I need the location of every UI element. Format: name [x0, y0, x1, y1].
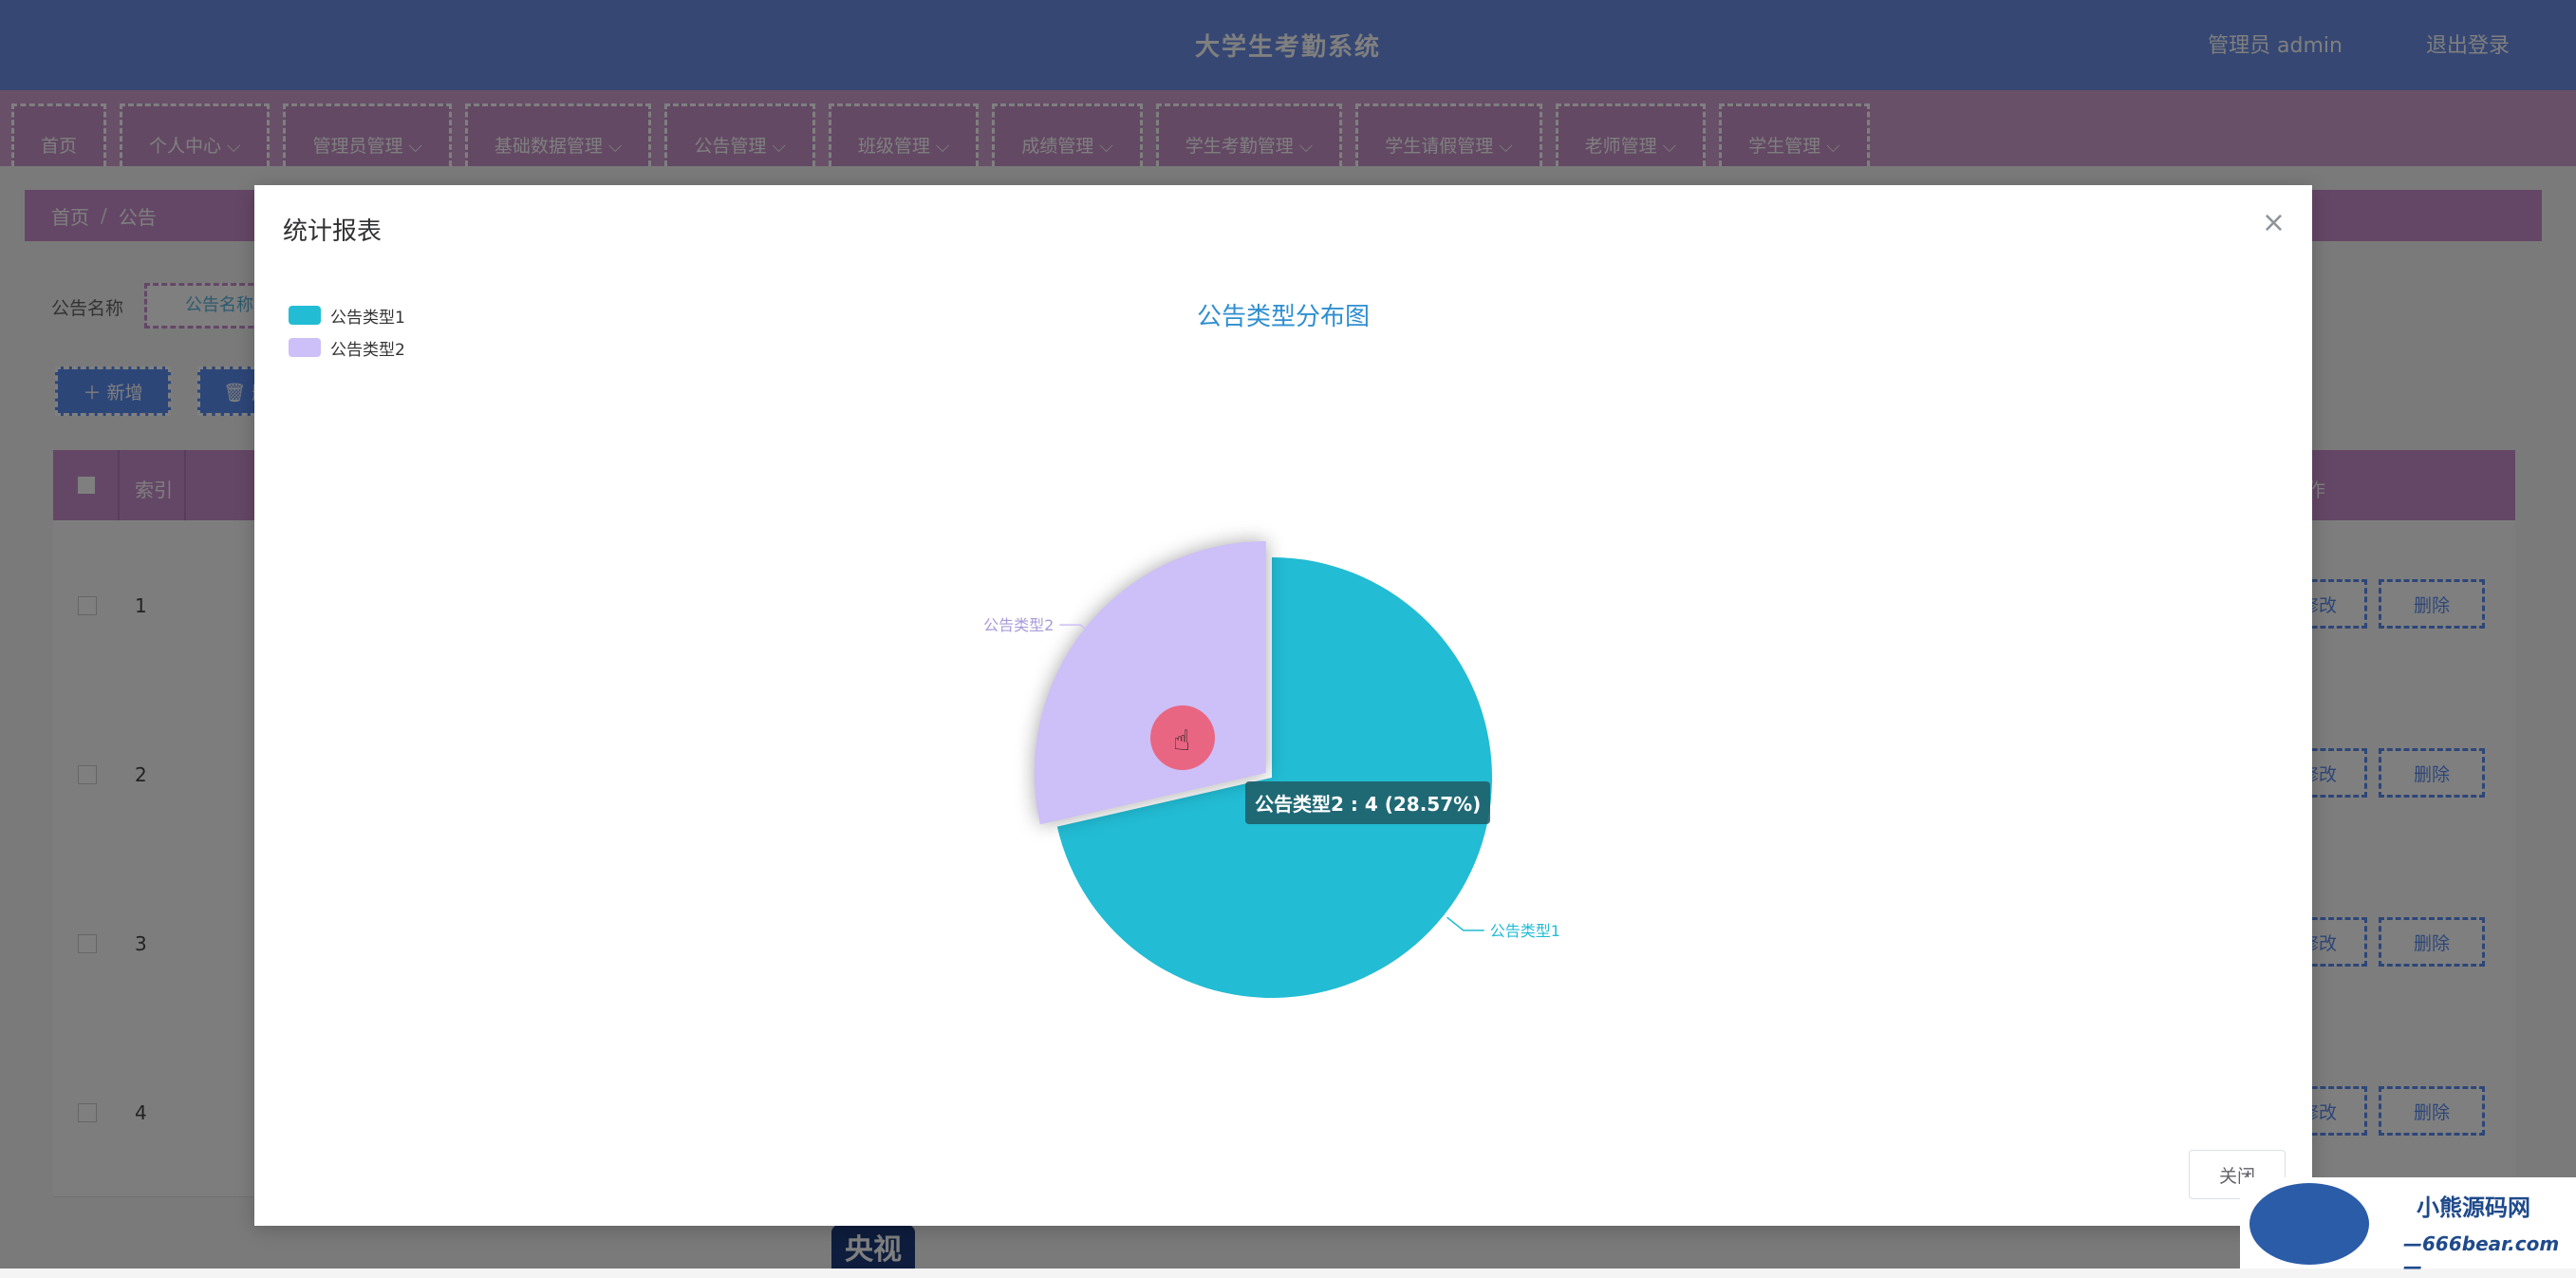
- slice-label: 公告类型2: [983, 616, 1054, 634]
- watermark-title: 小熊源码网: [2417, 1193, 2530, 1221]
- bear-logo-icon: [2249, 1183, 2369, 1265]
- pie-slice[interactable]: [1034, 541, 1266, 825]
- slice-label: 公告类型1: [1490, 922, 1560, 940]
- watermark-url: —666bear.com—: [2403, 1232, 2560, 1278]
- chart-tooltip: 公告类型2 : 4 (28.57%): [1245, 781, 1491, 824]
- pie-chart: 公告类型1 公告类型2: [983, 541, 1560, 998]
- pointer-hand-icon: ☝: [1173, 724, 1191, 758]
- stats-report-dialog: 统计报表 × 公告类型1 公告类型2 公告类型分布图 公告类型1 公告类型2 ☝ …: [254, 185, 2312, 1226]
- label-leader-line: [1447, 916, 1484, 931]
- site-watermark: 小熊源码网 —666bear.com—: [2240, 1177, 2576, 1278]
